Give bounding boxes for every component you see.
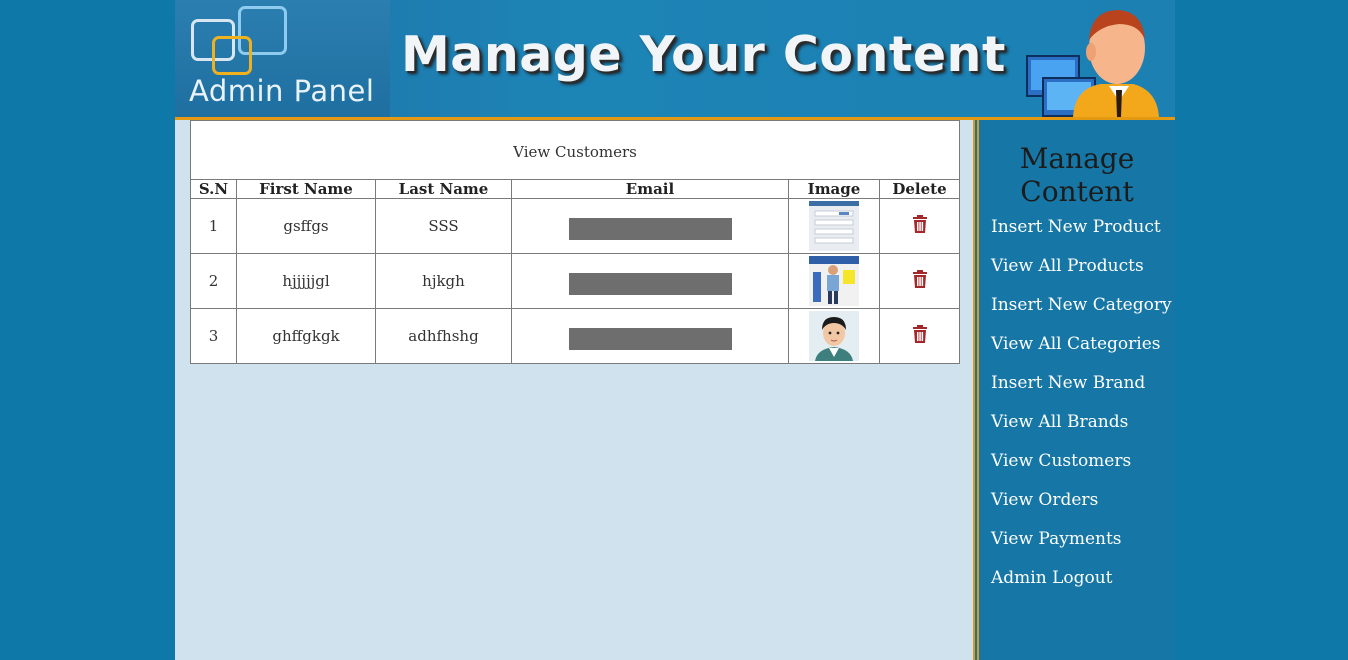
redacted-email [568, 218, 732, 240]
sidebar-menu: Insert New Product View All Products Ins… [979, 217, 1175, 607]
sidebar-item-view-all-products: View All Products [979, 256, 1175, 295]
sidebar-item-view-payments: View Payments [979, 529, 1175, 568]
column-header-last-name: Last Name [375, 179, 512, 199]
redacted-email [568, 328, 732, 350]
table-title-row: View Customers [190, 120, 960, 180]
cell-sn: 3 [190, 308, 237, 364]
admin-avatar-icon [1026, 10, 1159, 117]
admin-logout-link[interactable]: Admin Logout [979, 568, 1175, 588]
column-header-email: Email [511, 179, 789, 199]
sidebar-item-view-customers: View Customers [979, 451, 1175, 490]
view-payments-link[interactable]: View Payments [979, 529, 1175, 549]
cell-image [788, 198, 880, 254]
cell-last-name: SSS [375, 198, 512, 254]
sidebar-item-insert-new-category: Insert New Category [979, 295, 1175, 334]
sidebar-item-view-orders: View Orders [979, 490, 1175, 529]
view-all-categories-link[interactable]: View All Categories [979, 334, 1175, 354]
cell-first-name: hjjjjjgl [236, 253, 376, 309]
view-all-products-link[interactable]: View All Products [979, 256, 1175, 276]
cell-image [788, 253, 880, 309]
delete-button[interactable] [912, 215, 928, 237]
table-row: 2 hjjjjjgl hjkgh [190, 253, 960, 309]
column-header-delete: Delete [879, 179, 960, 199]
sidebar-item-insert-new-brand: Insert New Brand [979, 373, 1175, 412]
trash-icon [912, 215, 927, 233]
trash-icon [912, 325, 927, 343]
logo-square-yellow [212, 36, 252, 75]
trash-icon [912, 270, 927, 288]
insert-new-product-link[interactable]: Insert New Product [979, 217, 1175, 237]
insert-new-brand-link[interactable]: Insert New Brand [979, 373, 1175, 393]
cell-delete [879, 198, 960, 254]
cell-sn: 1 [190, 198, 237, 254]
cell-last-name: hjkgh [375, 253, 512, 309]
view-orders-link[interactable]: View Orders [979, 490, 1175, 510]
customer-image-2 [809, 256, 859, 306]
table-row: 1 gsffgs SSS [190, 198, 960, 254]
header: Admin Panel Manage Your Content [175, 0, 1175, 120]
view-customers-link[interactable]: View Customers [979, 451, 1175, 471]
cell-image [788, 308, 880, 364]
admin-panel-logo: Admin Panel [175, 0, 390, 117]
banner-title: Manage Your Content [401, 26, 1006, 83]
table-row: 3 ghffgkgk adhfhshg [190, 308, 960, 364]
sidebar-item-admin-logout: Admin Logout [979, 568, 1175, 607]
cell-email [511, 308, 789, 364]
customer-image-1 [809, 201, 859, 251]
delete-button[interactable] [912, 325, 928, 347]
main-content: View Customers S.N First Name Last Name … [190, 120, 960, 364]
cell-first-name: gsffgs [236, 198, 376, 254]
sidebar-item-view-all-brands: View All Brands [979, 412, 1175, 451]
page-wrapper: Admin Panel Manage Your Content View Cus… [175, 0, 1175, 660]
sidebar-title: Manage Content [1019, 142, 1135, 208]
cell-last-name: adhfhshg [375, 308, 512, 364]
column-header-sn: S.N [190, 179, 237, 199]
logo-text: Admin Panel [189, 74, 375, 108]
delete-button[interactable] [912, 270, 928, 292]
sidebar: Manage Content Insert New Product View A… [979, 120, 1175, 660]
sidebar-item-insert-new-product: Insert New Product [979, 217, 1175, 256]
cell-email [511, 198, 789, 254]
cell-first-name: ghffgkgk [236, 308, 376, 364]
column-header-first-name: First Name [236, 179, 376, 199]
table-header-row: S.N First Name Last Name Email Image Del… [190, 179, 960, 199]
view-all-brands-link[interactable]: View All Brands [979, 412, 1175, 432]
cell-delete [879, 308, 960, 364]
redacted-email [568, 273, 732, 295]
page-title: View Customers [190, 120, 960, 180]
customer-image-3 [809, 311, 859, 361]
customers-table: View Customers S.N First Name Last Name … [190, 120, 960, 364]
cell-sn: 2 [190, 253, 237, 309]
cell-delete [879, 253, 960, 309]
sidebar-item-view-all-categories: View All Categories [979, 334, 1175, 373]
cell-email [511, 253, 789, 309]
insert-new-category-link[interactable]: Insert New Category [979, 295, 1175, 315]
column-header-image: Image [788, 179, 880, 199]
